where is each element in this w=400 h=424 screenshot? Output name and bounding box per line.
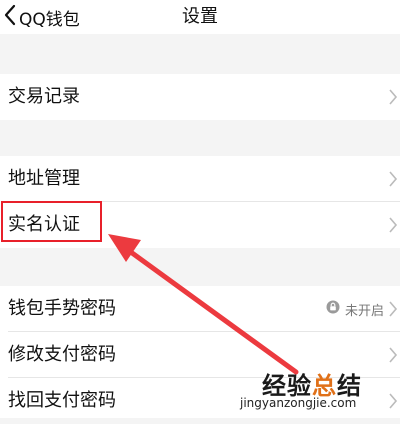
- watermark-url: jingyanzongjie.com: [240, 396, 357, 410]
- annotation-arrow-icon: [108, 234, 299, 375]
